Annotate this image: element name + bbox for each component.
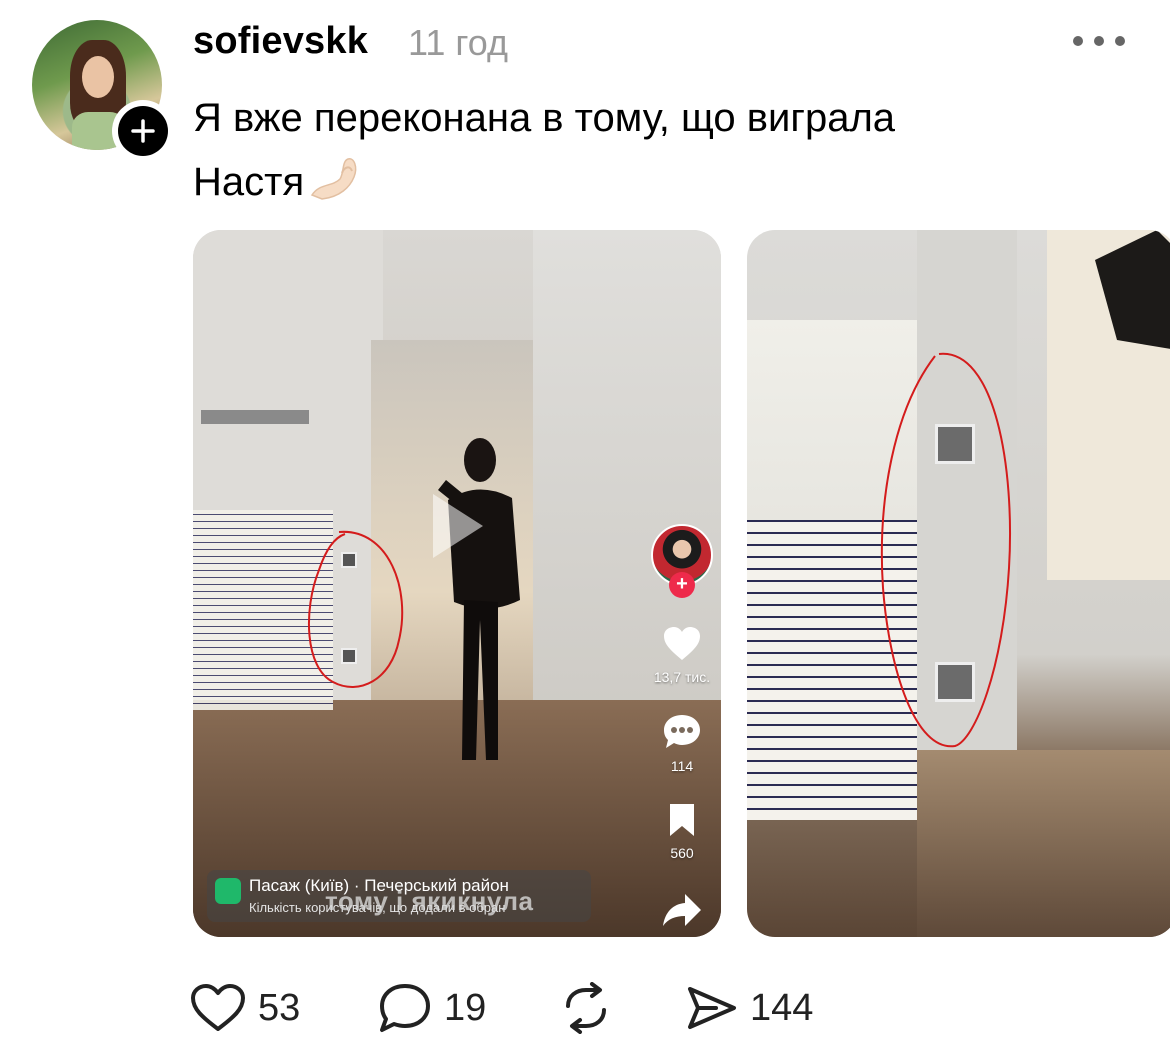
repost-button[interactable] <box>558 980 626 1036</box>
light-switch-lower <box>341 648 357 664</box>
share-arrow-icon[interactable] <box>661 890 703 930</box>
comment-button[interactable]: 19 <box>378 980 486 1036</box>
zoom-red-annotation-circle <box>880 352 1012 748</box>
media-video-thumbnail[interactable]: + 13,7 тис. 114 560 Пасаж (Київ) · Печер… <box>193 230 721 937</box>
avatar-face <box>82 56 114 98</box>
video-caption-overlay: тому і якикнула <box>325 886 534 916</box>
plus-icon <box>118 106 168 156</box>
play-icon[interactable] <box>429 490 487 562</box>
video-like[interactable]: 13,7 тис. <box>649 626 715 685</box>
light-switch-upper <box>341 552 357 568</box>
pinched-fingers-emoji-icon <box>306 153 362 220</box>
red-annotation-circle <box>307 530 404 688</box>
post-text: Я вже переконана в тому, що виграла Наст… <box>193 86 1093 220</box>
media-zoomed-photo[interactable] <box>747 230 1170 937</box>
video-comment-count: 114 <box>670 758 694 774</box>
post-text-line-1: Я вже переконана в тому, що виграла <box>193 96 896 140</box>
heart-outline-icon <box>191 984 245 1031</box>
comment-count: 19 <box>444 986 487 1029</box>
video-comments[interactable]: 114 <box>649 713 715 774</box>
like-count: 53 <box>258 986 301 1029</box>
more-options-icon[interactable] <box>1073 30 1125 52</box>
repost-icon <box>566 982 606 1034</box>
send-button[interactable]: 144 <box>686 980 813 1036</box>
share-count: 144 <box>750 986 814 1029</box>
post-text-line-2: Настя <box>193 150 1093 220</box>
zoom-floor <box>917 750 1170 937</box>
post-text-line-2-words: Настя <box>193 160 305 204</box>
like-button[interactable]: 53 <box>190 980 300 1036</box>
video-side-rail: + 13,7 тис. 114 560 <box>649 524 715 861</box>
video-like-count: 13,7 тис. <box>653 669 711 685</box>
comment-bubble-icon <box>664 715 700 748</box>
location-pin-icon <box>215 878 241 904</box>
bookmark-icon <box>670 804 694 836</box>
post-timestamp: 11 год <box>408 22 508 63</box>
send-paper-plane-icon <box>688 987 736 1029</box>
woman-silhouette <box>438 438 520 760</box>
creator-follow-plus-icon[interactable]: + <box>669 572 695 598</box>
video-save-count: 560 <box>670 845 694 861</box>
zoom-black-bag <box>1095 230 1170 349</box>
author-username[interactable]: sofievskk <box>193 20 368 63</box>
comment-outline-icon <box>380 984 430 1032</box>
post-action-bar: 53 19 144 <box>190 980 890 1036</box>
heart-icon <box>664 627 700 660</box>
wall-shelf <box>201 410 309 424</box>
video-save[interactable]: 560 <box>649 802 715 861</box>
follow-button[interactable] <box>112 100 174 162</box>
